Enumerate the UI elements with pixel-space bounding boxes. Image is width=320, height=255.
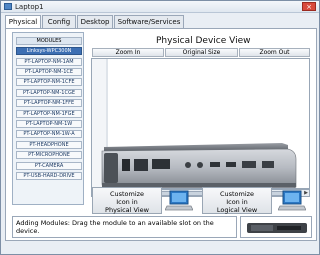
customize-physical-line3: Physical View [105, 206, 149, 214]
laptop-icon [165, 190, 193, 211]
module-pt-laptop-nm-1am[interactable]: PT-LAPTOP-NM-1AM [16, 58, 82, 66]
app-icon [4, 3, 12, 10]
module-pt-laptop-nm-1cfe[interactable]: PT-LAPTOP-NM-1CFE [16, 78, 82, 86]
module-pt-headphone[interactable]: PT-HEADPHONE [16, 141, 82, 149]
device-image-viewport[interactable] [91, 58, 310, 189]
module-pt-laptop-nm-1w-a[interactable]: PT-LAPTOP-NM-1W-A [16, 130, 82, 138]
module-pt-camera[interactable]: PT-CAMERA [16, 162, 82, 170]
tab-desktop[interactable]: Desktop [77, 15, 113, 28]
zoom-in-button[interactable]: Zoom In [92, 48, 164, 57]
window-title: Laptop1 [15, 3, 44, 11]
module-pt-laptop-nm-1ce[interactable]: PT-LAPTOP-NM-1CE [16, 68, 82, 76]
zoom-out-button[interactable]: Zoom Out [239, 48, 310, 57]
module-pt-laptop-nm-1cge[interactable]: PT-LAPTOP-NM-1CGE [16, 89, 82, 97]
customize-physical-line2: Icon in [116, 198, 138, 206]
customize-logical-line1: Customize [219, 190, 255, 198]
customize-physical-icon-button[interactable]: Customize Icon in Physical View [92, 187, 162, 214]
customize-logical-line2: Icon in [226, 198, 248, 206]
physical-panel: MODULES Linksys-WPC300N PT-LAPTOP-NM-1AM… [5, 28, 317, 241]
customize-logical-line3: Logical View [216, 206, 258, 214]
laptop-side-image [92, 59, 297, 188]
module-list: MODULES Linksys-WPC300N PT-LAPTOP-NM-1AM… [12, 32, 84, 205]
tab-config[interactable]: Config [42, 15, 76, 28]
module-pt-microphone[interactable]: PT-MICROPHONE [16, 151, 82, 159]
module-preview [240, 216, 312, 238]
module-pt-laptop-nm-1ffe[interactable]: PT-LAPTOP-NM-1FFE [16, 99, 82, 107]
device-view-title: Physical Device View [156, 36, 251, 46]
device-window: Laptop1 × Physical Config Desktop Softwa… [0, 0, 320, 255]
module-pt-laptop-nm-1fge[interactable]: PT-LAPTOP-NM-1FGE [16, 110, 82, 118]
laptop-icon [278, 190, 306, 211]
status-message: Adding Modules: Drag the module to an av… [16, 219, 214, 235]
module-list-header: MODULES [16, 37, 82, 45]
status-message-box: Adding Modules: Drag the module to an av… [12, 216, 237, 238]
module-linksys-wpc300n[interactable]: Linksys-WPC300N [16, 47, 82, 55]
title-bar: Laptop1 × [1, 1, 319, 13]
tab-software-services[interactable]: Software/Services [114, 15, 184, 28]
customize-physical-line1: Customize [109, 190, 145, 198]
close-button[interactable]: × [302, 2, 316, 11]
original-size-button[interactable]: Original Size [165, 48, 238, 57]
module-pt-usb-hard-drive[interactable]: PT-USB-HARD-DRIVE [16, 172, 82, 180]
module-preview-image [247, 223, 307, 233]
customize-logical-icon-button[interactable]: Customize Icon in Logical View [202, 187, 272, 214]
module-pt-laptop-nm-1w[interactable]: PT-LAPTOP-NM-1W [16, 120, 82, 128]
tab-physical[interactable]: Physical [5, 15, 41, 29]
